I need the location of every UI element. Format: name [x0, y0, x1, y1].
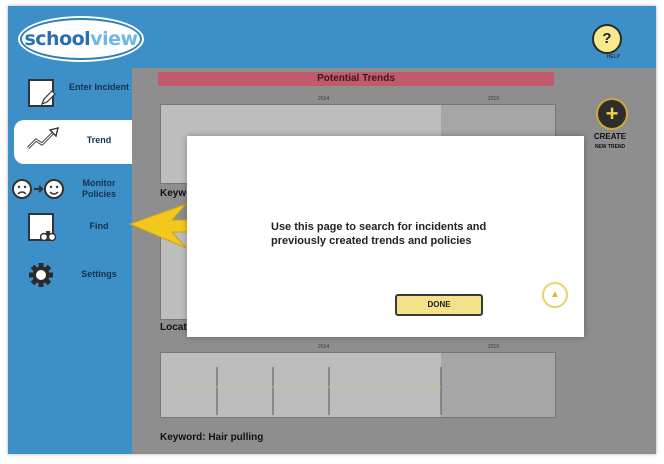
chart-3-gridlines	[171, 367, 442, 415]
sidebar-item-find[interactable]: Find	[8, 206, 132, 250]
chart-year-label: 2014	[318, 96, 330, 102]
done-button[interactable]: DONE	[395, 294, 483, 316]
info-modal: Use this page to search for incidents an…	[187, 136, 584, 337]
chart-year-label: 2015	[488, 96, 500, 102]
sidebar-item-settings[interactable]: Settings	[8, 254, 132, 298]
create-new-trend-label: CREATE NEW TREND	[580, 132, 640, 152]
create-label: CREATE	[593, 132, 627, 141]
sad-to-happy-icon	[10, 174, 66, 204]
logo-text-view: view	[90, 28, 138, 50]
logo-text-school: school	[24, 28, 91, 50]
sidebar-item-enter-incident[interactable]: Enter Incident	[8, 72, 132, 116]
sidebar-item-label: Monitor Policies	[81, 178, 117, 199]
sidebar-item-trend[interactable]: Trend	[14, 120, 132, 164]
trend-chart-icon	[26, 124, 62, 154]
create-sub-label: NEW TREND	[594, 144, 626, 150]
sidebar: Enter Incident Trend Monitor Policies Fi…	[8, 68, 132, 454]
create-new-trend-button[interactable]: +	[596, 98, 628, 130]
sidebar-item-label: Find	[89, 221, 109, 231]
pencil-paper-icon	[26, 78, 56, 108]
scroll-up-icon[interactable]: ▲	[542, 282, 568, 308]
schoolview-logo[interactable]: school view	[20, 18, 142, 60]
sidebar-item-label: Settings	[81, 269, 117, 279]
trend-chart-3[interactable]	[160, 352, 556, 418]
help-button[interactable]: ?	[592, 24, 622, 54]
help-label: HELP	[606, 54, 620, 60]
question-mark-icon: ?	[602, 30, 612, 47]
chart-keyword-label: Keyw	[160, 188, 187, 199]
chart-keyword-label: Keyword: Hair pulling	[160, 432, 264, 443]
sidebar-item-label: Enter Incident	[68, 82, 129, 92]
chart-location-label: Locat	[160, 322, 187, 333]
chart-year-label: 2014	[318, 344, 330, 350]
binoculars-icon	[26, 212, 56, 242]
modal-message: Use this page to search for incidents an…	[271, 221, 487, 247]
potential-trends-header: Potential Trends	[158, 72, 554, 86]
top-bar: school view ? HELP	[8, 6, 656, 68]
sidebar-item-label: Trend	[86, 135, 112, 145]
plus-icon: +	[605, 101, 619, 126]
gear-icon	[26, 260, 56, 290]
chart-year-label: 2015	[488, 344, 500, 350]
